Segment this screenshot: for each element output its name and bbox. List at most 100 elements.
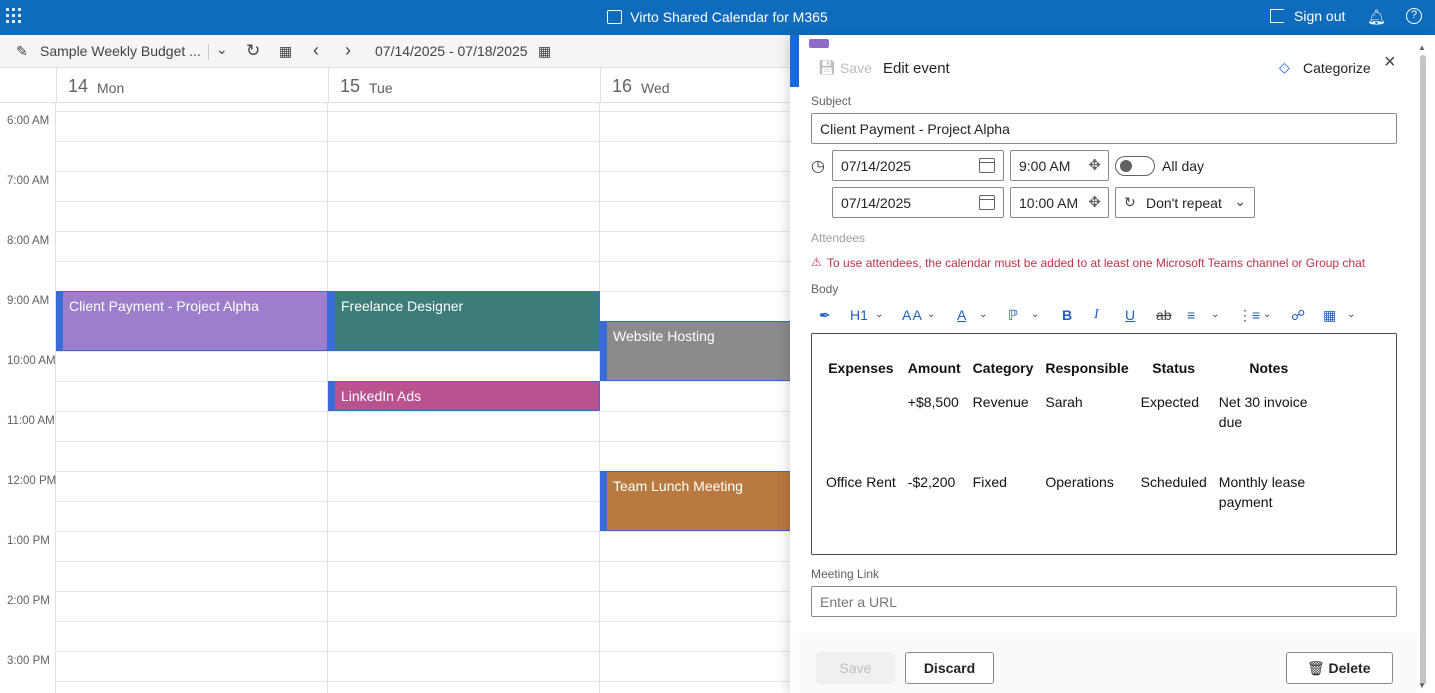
time-label: 1:00 PM bbox=[7, 535, 50, 547]
day-name: Mon bbox=[97, 80, 125, 96]
end-time-input[interactable]: 10:00 AM ✥ bbox=[1010, 187, 1109, 218]
event-freelance-designer[interactable]: Freelance Designer bbox=[328, 291, 600, 351]
day-number: 16 bbox=[612, 76, 633, 96]
date-picker-icon[interactable]: ▦ bbox=[538, 43, 551, 60]
underline-icon[interactable]: U bbox=[1125, 307, 1135, 323]
time-label: 8:00 AM bbox=[7, 235, 50, 247]
bold-icon[interactable]: B bbox=[1062, 307, 1072, 323]
day-name: Wed bbox=[641, 80, 670, 96]
save-top-button[interactable]: Save bbox=[840, 60, 872, 76]
chevron-down-icon[interactable]: ⌄ bbox=[927, 309, 935, 320]
app-title: Virto Shared Calendar for M365 bbox=[0, 9, 1435, 25]
event-team-lunch[interactable]: Team Lunch Meeting bbox=[600, 471, 800, 531]
body-editor[interactable]: Expenses Amount Category Responsible Sta… bbox=[811, 333, 1397, 555]
close-icon[interactable]: × bbox=[1384, 51, 1396, 74]
calendar-icon[interactable] bbox=[979, 158, 995, 173]
refresh-icon[interactable]: ↻ bbox=[246, 41, 260, 61]
link-icon[interactable]: ☍ bbox=[1291, 307, 1305, 324]
bell-icon[interactable]: 🔔︎ bbox=[1367, 8, 1386, 26]
calendar-icon[interactable] bbox=[979, 195, 995, 210]
attendees-warning: To use attendees, the calendar must be a… bbox=[827, 256, 1366, 270]
table-header: Responsible bbox=[1045, 360, 1129, 376]
align-icon[interactable]: ≡ bbox=[1187, 307, 1195, 323]
table-row: Office Rent -$2,200 Fixed Operations Sch… bbox=[820, 468, 1325, 548]
day-header-mon[interactable]: 14 Mon bbox=[56, 68, 328, 103]
next-icon[interactable]: › bbox=[345, 40, 351, 61]
scroll-up-arrow[interactable]: ▲ bbox=[1418, 43, 1426, 52]
chevron-down-icon[interactable]: ⌄ bbox=[1263, 309, 1271, 320]
strikethrough-icon[interactable]: ab bbox=[1156, 307, 1172, 323]
edit-event-panel: 💾︎ Save Edit event ◇ Categorize × Subjec… bbox=[790, 35, 1435, 693]
time-spin-icon[interactable]: ✥ bbox=[1088, 193, 1101, 211]
highlight-icon[interactable]: ℙ bbox=[1008, 307, 1018, 324]
edit-calendar-icon[interactable]: ✎ bbox=[16, 43, 28, 60]
time-gutter-divider bbox=[55, 103, 56, 693]
time-gridline bbox=[56, 261, 800, 262]
day-header-wed[interactable]: 16 Wed bbox=[600, 68, 800, 103]
table-icon[interactable]: ▦ bbox=[1323, 307, 1336, 324]
font-color-icon[interactable]: A bbox=[957, 307, 966, 323]
app-title-text: Virto Shared Calendar for M365 bbox=[630, 9, 828, 25]
discard-button[interactable]: Discard bbox=[905, 652, 994, 684]
all-day-label: All day bbox=[1162, 158, 1205, 174]
event-title: Client Payment - Project Alpha bbox=[69, 298, 259, 314]
previous-icon[interactable]: ‹ bbox=[313, 40, 319, 61]
save-button[interactable]: Save bbox=[816, 652, 895, 684]
scroll-down-arrow[interactable]: ▼ bbox=[1418, 681, 1426, 690]
chevron-down-icon[interactable]: ⌄ bbox=[1347, 309, 1355, 320]
save-icon: 💾︎ bbox=[818, 59, 836, 75]
all-day-toggle[interactable] bbox=[1115, 156, 1155, 176]
week-calendar-grid: 14 Mon 15 Tue 16 Wed 6:00 AM 7:00 AM 8:00 … bbox=[0, 68, 800, 693]
font-size-icon[interactable]: A A bbox=[902, 307, 922, 323]
italic-icon[interactable]: I bbox=[1094, 307, 1099, 323]
chevron-down-icon[interactable]: ⌄ bbox=[875, 309, 883, 320]
format-painter-icon[interactable]: ✒ bbox=[819, 307, 831, 324]
budget-table: Expenses Amount Category Responsible Sta… bbox=[820, 360, 1325, 548]
categorize-button[interactable]: Categorize bbox=[1303, 60, 1371, 76]
chevron-down-icon[interactable]: ⌄ bbox=[1211, 309, 1219, 320]
repeat-dropdown[interactable]: ↻ Don't repeat ⌄ bbox=[1115, 187, 1255, 218]
table-cell: Monthly lease payment bbox=[1218, 474, 1306, 510]
start-date-input[interactable]: 07/14/2025 bbox=[832, 150, 1004, 181]
time-gridline bbox=[56, 531, 800, 532]
table-cell bbox=[820, 388, 902, 468]
warning-icon: ⚠ bbox=[811, 255, 822, 269]
event-website-hosting[interactable]: Website Hosting bbox=[600, 321, 800, 381]
calendar-name[interactable]: Sample Weekly Budget ... bbox=[40, 43, 201, 59]
sign-out-button[interactable]: Sign out bbox=[1270, 8, 1345, 24]
time-gridline bbox=[56, 561, 800, 562]
time-label: 9:00 AM bbox=[7, 295, 50, 307]
list-icon[interactable]: ⋮≡ bbox=[1238, 307, 1260, 324]
event-title: Team Lunch Meeting bbox=[613, 478, 743, 494]
time-gridline bbox=[56, 201, 800, 202]
table-cell: Net 30 invoice due bbox=[1218, 394, 1308, 430]
event-client-payment[interactable]: Client Payment - Project Alpha bbox=[56, 291, 328, 351]
subject-input[interactable]: Client Payment - Project Alpha bbox=[811, 113, 1397, 144]
time-label: 10:00 AM bbox=[7, 355, 56, 367]
time-label: 6:00 AM bbox=[7, 115, 50, 127]
help-icon[interactable]: ? bbox=[1406, 8, 1422, 24]
table-header: Notes bbox=[1249, 360, 1289, 376]
meeting-link-input[interactable] bbox=[811, 586, 1397, 617]
heading-style-button[interactable]: H1 bbox=[850, 307, 868, 323]
scrollbar-thumb[interactable] bbox=[1420, 55, 1426, 685]
table-header: Expenses bbox=[828, 360, 894, 376]
end-date-input[interactable]: 07/14/2025 bbox=[832, 187, 1004, 218]
calendar-toolbar: ✎ Sample Weekly Budget ... ⌄ ↻ ▦ ‹ › 07/… bbox=[0, 35, 800, 68]
calendar-icon bbox=[607, 10, 623, 24]
start-date-value: 07/14/2025 bbox=[841, 158, 912, 174]
time-label: 12:00 PM bbox=[7, 475, 57, 487]
title-bar: Virto Shared Calendar for M365 Sign out … bbox=[0, 0, 1435, 35]
time-spin-icon[interactable]: ✥ bbox=[1088, 156, 1101, 174]
chevron-down-icon[interactable]: ⌄ bbox=[1031, 309, 1039, 320]
chevron-down-icon[interactable]: ⌄ bbox=[216, 41, 228, 58]
event-linkedin-ads[interactable]: LinkedIn Ads bbox=[328, 381, 600, 411]
delete-button[interactable]: 🗑︎ Delete bbox=[1286, 652, 1393, 684]
today-icon[interactable]: ▦ bbox=[279, 43, 292, 60]
chevron-down-icon[interactable]: ⌄ bbox=[979, 309, 987, 320]
start-time-input[interactable]: 9:00 AM ✥ bbox=[1010, 150, 1109, 181]
day-header-tue[interactable]: 15 Tue bbox=[328, 68, 600, 103]
date-range[interactable]: 07/14/2025 - 07/18/2025 bbox=[375, 43, 528, 59]
tag-icon: ◇ bbox=[1279, 59, 1290, 75]
table-cell: Fixed bbox=[972, 474, 1007, 490]
